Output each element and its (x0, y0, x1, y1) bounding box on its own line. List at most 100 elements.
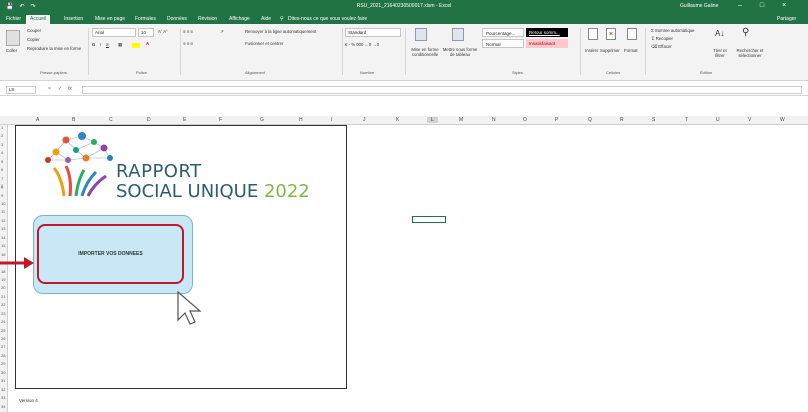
column-header[interactable]: V (748, 117, 751, 123)
column-header[interactable]: A (36, 117, 39, 123)
sort-filter-button[interactable]: Trier et filtrer (708, 48, 732, 58)
column-header[interactable]: J (363, 117, 366, 123)
clear-button[interactable]: ⌫ Effacer (651, 44, 672, 50)
row-header[interactable]: 34 (1, 404, 5, 409)
style-retour-somm[interactable]: Retour somm... (526, 28, 568, 37)
font-name-select[interactable]: Arial (92, 28, 136, 37)
paste-button[interactable]: Coller (6, 48, 17, 53)
style-insatisfaisant[interactable]: Insatisfaisant (526, 39, 568, 48)
row-header[interactable]: 25 (1, 328, 5, 333)
format-icon[interactable] (627, 28, 637, 40)
name-box[interactable]: L8 (6, 86, 36, 94)
row-header[interactable]: 6 (1, 167, 3, 172)
tell-me-input[interactable]: Dites-nous ce que vous voulez faire (288, 16, 367, 22)
format-table-icon[interactable] (452, 28, 464, 41)
currency-icon[interactable]: € - % 000 ←0 →0 (345, 42, 379, 47)
column-header[interactable]: R (620, 117, 624, 123)
find-select-button[interactable]: Rechercher et sélectionner (732, 48, 768, 58)
align-top-icon[interactable]: ≡ ≡ ≡ (183, 29, 193, 34)
row-header[interactable]: 19 (1, 277, 5, 282)
tab-donnees[interactable]: Données (167, 16, 187, 22)
column-header[interactable]: E (183, 117, 186, 123)
user-name[interactable]: Guillaume Galine (680, 3, 718, 9)
delete-button[interactable]: Supprimer (600, 48, 620, 53)
fill-button[interactable]: ↧ Recopier (651, 36, 673, 42)
wrap-text-button[interactable]: Renvoyer à la ligne automatiquement (245, 29, 316, 34)
row-header[interactable]: 3 (1, 142, 3, 147)
font-grow-icon[interactable]: Aˆ Aˇ (158, 29, 168, 34)
delete-icon[interactable]: × (606, 28, 616, 40)
fill-color-icon[interactable] (132, 43, 140, 48)
insert-button[interactable]: Insérer (585, 48, 598, 53)
column-header[interactable]: P (555, 117, 558, 123)
tab-formules[interactable]: Formules (135, 16, 156, 22)
row-header[interactable]: 5 (1, 159, 3, 164)
share-button[interactable]: Partager (777, 16, 796, 22)
column-header[interactable]: G (260, 117, 264, 123)
column-header[interactable]: M (459, 117, 463, 123)
tab-mise-en-page[interactable]: Mise en page (95, 16, 125, 22)
column-header[interactable]: N (492, 117, 496, 123)
paste-icon[interactable] (6, 30, 20, 46)
row-header[interactable]: 26 (1, 336, 5, 341)
row-header[interactable]: 27 (1, 344, 5, 349)
row-header[interactable]: 10 (1, 201, 5, 206)
row-header[interactable]: 29 (1, 361, 5, 366)
row-header[interactable]: 28 (1, 353, 5, 358)
column-header[interactable]: S (652, 117, 655, 123)
format-table-button[interactable]: Mettre sous forme de tableau (442, 47, 478, 57)
column-header[interactable]: O (523, 117, 527, 123)
row-header[interactable]: 32 (1, 387, 5, 392)
row-header[interactable]: 11 (1, 209, 5, 214)
cut-button[interactable]: Couper (27, 28, 41, 33)
tab-insertion[interactable]: Insertion (64, 16, 83, 22)
row-header[interactable]: 15 (1, 243, 5, 248)
close-icon[interactable]: × (782, 2, 786, 9)
italic-icon[interactable]: I (100, 42, 101, 47)
style-pourcentage[interactable]: Pourcentage... (482, 28, 524, 37)
tab-affichage[interactable]: Affichage (229, 16, 250, 22)
import-data-button[interactable]: IMPORTER VOS DONNEES (37, 224, 184, 284)
enter-icon[interactable]: ✓ (58, 86, 62, 92)
merge-center-button[interactable]: Fusionner et centrer (245, 41, 283, 46)
column-header[interactable]: W (780, 117, 785, 123)
row-header[interactable]: 9 (1, 193, 3, 198)
format-painter-button[interactable]: Reproduire la mise en forme (27, 46, 81, 51)
column-header[interactable]: I (331, 117, 332, 123)
row-header[interactable]: 21 (1, 294, 5, 299)
row-header[interactable]: 30 (1, 370, 5, 375)
selected-cell[interactable] (412, 216, 446, 223)
orientation-icon[interactable]: ↗ (220, 29, 224, 35)
column-header[interactable]: U (716, 117, 720, 123)
row-header[interactable]: 33 (1, 395, 5, 400)
autosum-button[interactable]: Σ Somme automatique (651, 28, 695, 33)
align-left-icon[interactable]: ≡ ≡ ≡ (183, 41, 193, 46)
style-normal[interactable]: Normal (482, 39, 524, 48)
row-header[interactable]: 22 (1, 302, 5, 307)
column-header[interactable]: D (147, 117, 151, 123)
search-icon[interactable]: ⚲ (742, 27, 749, 38)
row-header[interactable]: 31 (1, 378, 5, 383)
restore-icon[interactable]: □ (760, 2, 764, 9)
column-header[interactable]: Q (588, 117, 592, 123)
column-header[interactable]: F (219, 117, 222, 123)
row-header[interactable]: 2 (1, 133, 3, 138)
conditional-format-button[interactable]: Mise en forme conditionnelle (408, 47, 442, 57)
insert-icon[interactable] (588, 28, 598, 40)
tab-accueil[interactable]: Accueil (26, 15, 51, 24)
row-header[interactable]: 24 (1, 319, 5, 324)
format-button[interactable]: Format (624, 48, 638, 53)
font-color-icon[interactable]: A (146, 41, 149, 46)
row-header[interactable]: 23 (1, 311, 5, 316)
row-header[interactable]: 4 (1, 150, 3, 155)
cancel-icon[interactable]: × (48, 86, 51, 92)
column-header[interactable]: C (109, 117, 113, 123)
number-format-select[interactable]: Standard (345, 28, 401, 37)
fx-icon[interactable]: fx (68, 86, 72, 92)
row-header[interactable]: 12 (1, 218, 5, 223)
conditional-format-icon[interactable] (415, 28, 427, 41)
row-header[interactable]: 8 (1, 184, 4, 190)
row-header[interactable]: 1 (1, 125, 3, 130)
row-header[interactable]: 14 (1, 235, 5, 240)
tab-fichier[interactable]: Fichier (6, 16, 21, 22)
